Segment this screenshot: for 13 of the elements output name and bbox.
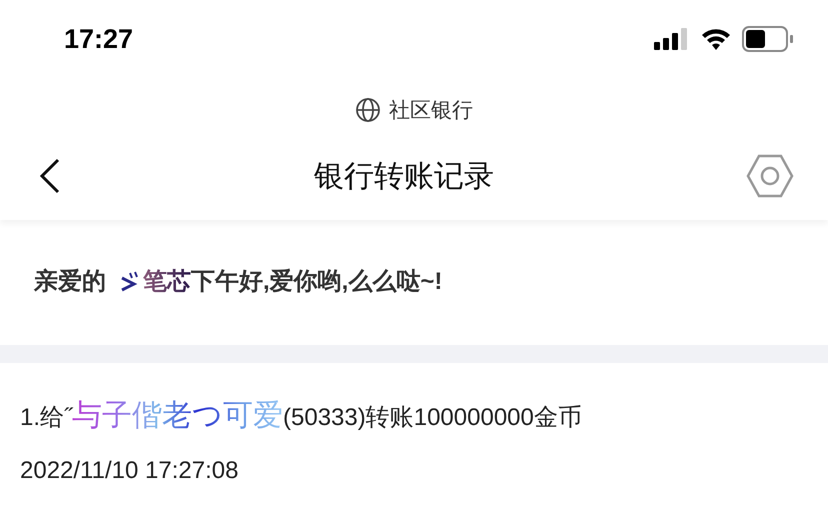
back-icon[interactable] — [38, 158, 62, 194]
record-time: 2022/11/10 17:27:08 — [20, 457, 240, 485]
signal-icon — [654, 28, 690, 50]
settings-icon[interactable] — [746, 154, 794, 198]
status-time: 17:27 — [64, 24, 134, 54]
greeting-prefix: 亲爱的 — [34, 267, 106, 297]
greeting-text: 笔芯下午好,爱你哟,么么哒~! — [143, 267, 442, 297]
wifi-icon — [700, 27, 732, 51]
transfer-record-text: 1.给˝与子偕老つ可爱(50333)转账100000000金币 — [20, 398, 582, 434]
site-name: 社区银行 — [389, 98, 473, 124]
page-title: 银行转账记录 — [314, 158, 494, 194]
battery-icon — [742, 26, 794, 52]
globe-icon — [355, 97, 381, 123]
